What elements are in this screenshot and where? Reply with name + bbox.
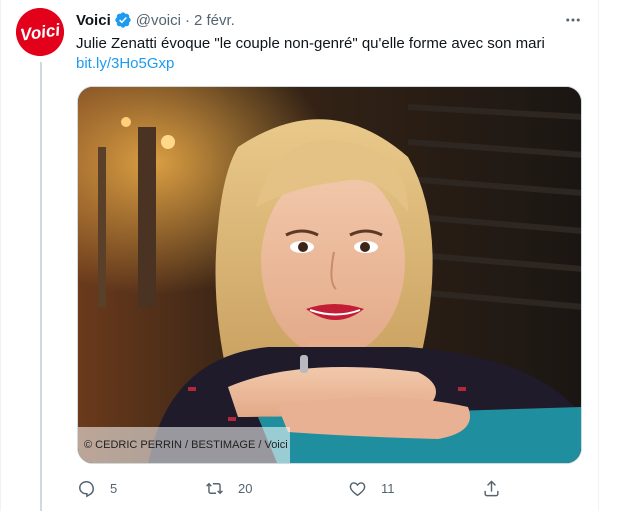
author-name[interactable]: Voici: [76, 12, 111, 29]
reply-count: 5: [110, 480, 118, 496]
retweet-icon: [205, 479, 224, 498]
timeline-border-left: [0, 0, 1, 511]
tweet-link[interactable]: bit.ly/3Ho5Gxp: [76, 54, 174, 74]
like-button[interactable]: 11: [348, 476, 395, 500]
tweet-actions: 5 20 11: [72, 476, 512, 500]
retweet-count: 20: [238, 480, 253, 496]
heart-icon: [348, 479, 367, 498]
author-handle[interactable]: @voici: [136, 12, 181, 29]
tweet-text: Julie Zenatti évoque "le couple non-genr…: [76, 35, 545, 52]
share-icon: [482, 479, 501, 498]
tweet-image[interactable]: © CEDRIC PERRIN / BESTIMAGE / Voici: [77, 86, 582, 464]
tweet-date[interactable]: 2 févr.: [194, 12, 235, 29]
photo-of-woman: [78, 87, 581, 463]
reply-button[interactable]: 5: [77, 476, 117, 500]
avatar[interactable]: Voici: [16, 8, 64, 56]
voici-logo: Voici: [16, 8, 64, 56]
reply-icon: [77, 479, 96, 498]
verified-badge-icon: [114, 11, 132, 29]
more-horizontal-icon[interactable]: [560, 10, 586, 30]
like-count: 11: [381, 480, 395, 496]
separator-dot: ·: [184, 11, 190, 29]
share-button[interactable]: [482, 476, 501, 500]
image-credit: © CEDRIC PERRIN / BESTIMAGE / Voici: [78, 427, 290, 463]
retweet-button[interactable]: 20: [205, 476, 252, 500]
tweet-header: Voici @voici · 2 févr.: [76, 9, 235, 31]
thread-connector-line: [40, 62, 42, 511]
timeline-border-right: [598, 0, 599, 511]
